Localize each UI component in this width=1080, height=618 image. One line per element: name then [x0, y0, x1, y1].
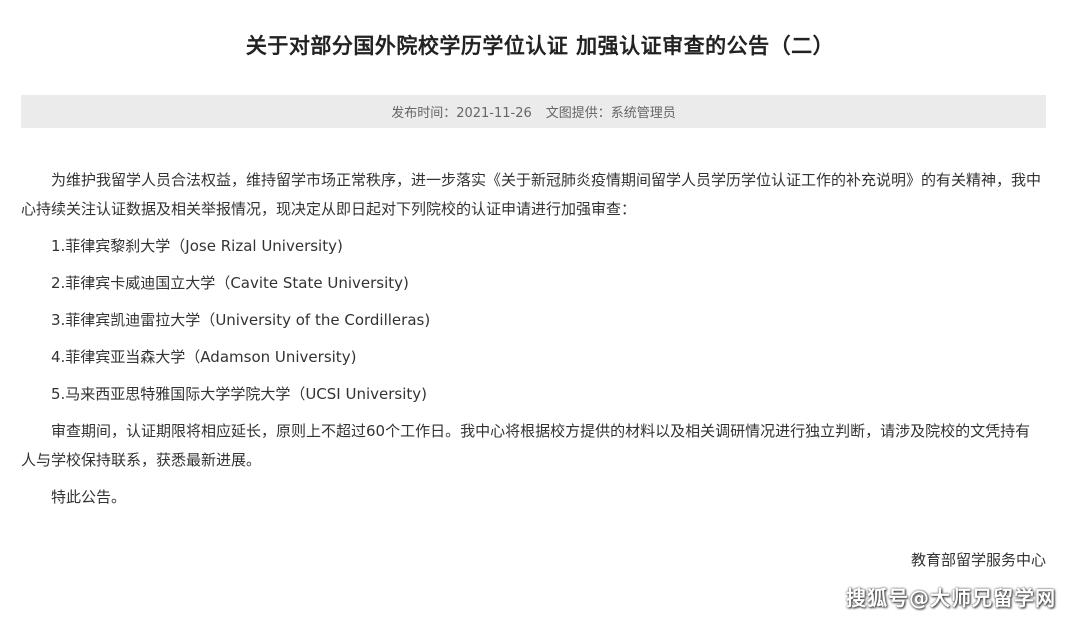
page-title: 关于对部分国外院校学历学位认证 加强认证审查的公告（二）: [245, 34, 835, 58]
school-item-1: 1.菲律宾黎刹大学（Jose Rizal University): [51, 237, 343, 255]
school-item-3: 3.菲律宾凯迪雷拉大学（University of the Cordillera…: [51, 311, 431, 329]
meta-bar: 发布时间：2021-11-26 文图提供：系统管理员: [21, 95, 1046, 128]
school-item-4: 4.菲律宾亚当森大学（Adamson University): [51, 348, 357, 366]
article-body: 为维护我留学人员合法权益，维持留学市场正常秩序，进一步落实《关于新冠肺炎疫情期间…: [21, 166, 1041, 520]
school-item-2: 2.菲律宾卡威迪国立大学（Cavite State University): [51, 274, 409, 292]
review-note-paragraph: 审查期间，认证期限将相应延长，原则上不超过60个工作日。我中心将根据校方提供的材…: [21, 422, 1031, 469]
signature: 教育部留学服务中心: [910, 551, 1046, 569]
school-item-5: 5.马来西亚思特雅国际大学学院大学（UCSI University): [51, 385, 427, 403]
intro-paragraph: 为维护我留学人员合法权益，维持留学市场正常秩序，进一步落实《关于新冠肺炎疫情期间…: [21, 171, 1042, 218]
watermark: 搜狐号@大师兄留学网: [846, 586, 1056, 610]
publish-time: 发布时间：2021-11-26: [391, 106, 532, 121]
image-provider: 文图提供：系统管理员: [545, 106, 676, 121]
closing-paragraph: 特此公告。: [51, 488, 127, 506]
